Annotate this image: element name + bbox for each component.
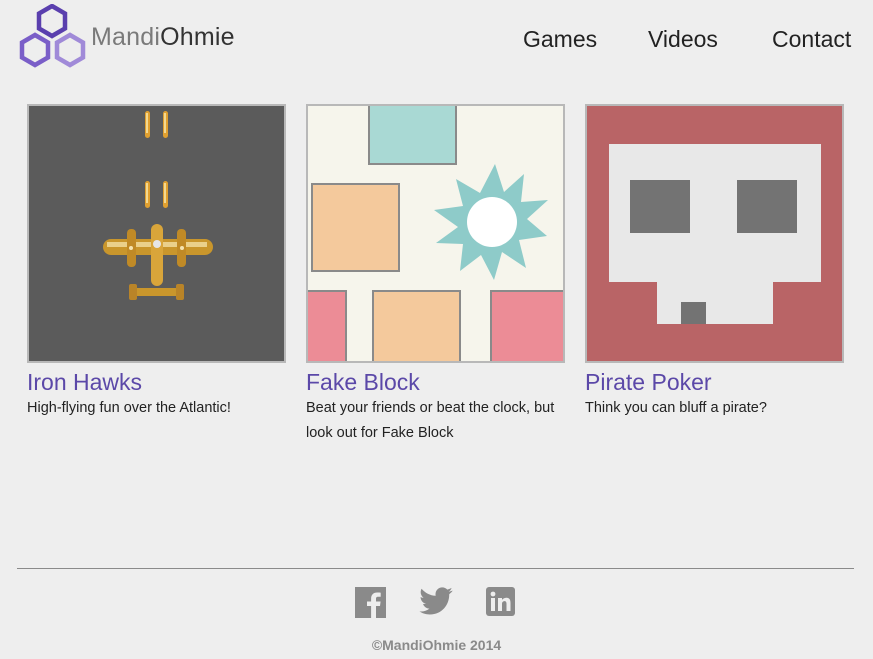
- nav-contact[interactable]: Contact: [772, 26, 851, 53]
- copyright-text: ©MandiOhmie 2014: [371, 637, 502, 653]
- game-title-link[interactable]: Fake Block: [306, 368, 565, 396]
- brand-name-part1: Mandi: [91, 23, 161, 51]
- nav-games[interactable]: Games: [523, 26, 597, 53]
- facebook-icon[interactable]: [355, 587, 386, 618]
- game-title-link[interactable]: Iron Hawks: [27, 368, 286, 396]
- game-thumbnail-fake-block[interactable]: [306, 104, 565, 363]
- game-thumbnail-pirate-poker[interactable]: [585, 104, 844, 363]
- site-header: MandiOhmie Games Videos Contact: [0, 0, 873, 80]
- hexagon-logo-icon[interactable]: [14, 4, 90, 76]
- game-thumbnail-iron-hawks[interactable]: [27, 104, 286, 363]
- brand-name[interactable]: MandiOhmie: [91, 23, 235, 52]
- linkedin-icon[interactable]: [486, 587, 515, 616]
- game-description: Beat your friends or beat the clock, but…: [306, 400, 555, 441]
- game-card-fake-block: Fake Block Beat your friends or beat the…: [306, 104, 565, 446]
- game-title-link[interactable]: Pirate Poker: [585, 368, 844, 396]
- plane-sprite-icon: [29, 106, 284, 361]
- nav-videos[interactable]: Videos: [648, 26, 718, 53]
- game-description: Think you can bluff a pirate?: [585, 400, 767, 416]
- blocks-explosion-icon: [308, 106, 563, 361]
- skull-icon: [587, 106, 842, 361]
- game-card-iron-hawks: Iron Hawks High-flying fun over the Atla…: [27, 104, 286, 421]
- game-card-pirate-poker: Pirate Poker Think you can bluff a pirat…: [585, 104, 844, 421]
- footer-divider: [17, 568, 854, 569]
- brand-name-part2: Ohmie: [160, 23, 235, 51]
- twitter-icon[interactable]: [419, 587, 453, 617]
- game-description: High-flying fun over the Atlantic!: [27, 400, 231, 416]
